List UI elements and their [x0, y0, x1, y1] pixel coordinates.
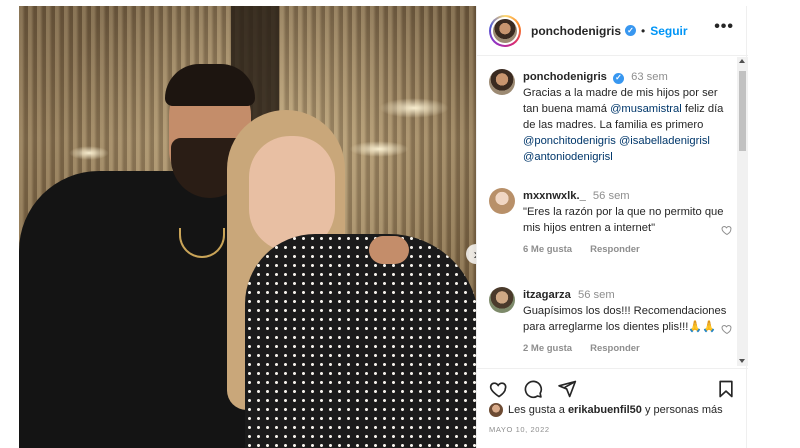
comment-text: mxxnwxlk._ 56 sem "Eres la razón por la …	[523, 188, 729, 236]
heart-icon[interactable]	[721, 224, 733, 236]
comment-avatar[interactable]	[489, 188, 515, 214]
hand-on-shoulder	[369, 236, 409, 264]
comments-scroll-area[interactable]: ponchodenigris ✓ 63 sem Gracias a la mad…	[477, 57, 748, 366]
comment-username[interactable]: mxxnwxlk._	[523, 190, 586, 202]
header-username[interactable]: ponchodenigris	[531, 24, 621, 38]
comment-item: itzagarza 56 sem Guapísimos los dos!!! R…	[489, 287, 732, 354]
post-date[interactable]: MAYO 10, 2022	[489, 425, 550, 434]
comment-item: mxxnwxlk._ 56 sem "Eres la razón por la …	[489, 188, 732, 255]
follow-button[interactable]: Seguir	[650, 24, 687, 38]
more-options-icon[interactable]: •••	[714, 18, 734, 36]
comment-meta: 6 Me gusta Responder	[523, 244, 729, 255]
comment-body: "Eres la razón por la que no permito que…	[523, 206, 724, 234]
caption-text: ponchodenigris ✓ 63 sem Gracias a la mad…	[523, 69, 729, 165]
share-icon[interactable]	[557, 379, 577, 399]
post-side-panel: ponchodenigris ✓ • Seguir ••• ponchodeni…	[476, 6, 748, 448]
mention-link[interactable]: @ponchitodenigris	[523, 135, 616, 147]
ceiling-light	[379, 98, 449, 118]
mention-link[interactable]: @musamistral	[610, 103, 682, 115]
comment-body: Guapísimos los dos!!! Recomendaciones pa…	[523, 305, 727, 333]
comment-time[interactable]: 56 sem	[593, 190, 630, 202]
comment-avatar[interactable]	[489, 287, 515, 313]
likes-suffix[interactable]: y personas más	[645, 404, 723, 416]
scrollbar-thumb[interactable]	[739, 71, 746, 151]
scroll-down-arrow-icon[interactable]	[739, 359, 745, 363]
man-hair	[165, 64, 255, 106]
comment-meta: 2 Me gusta Responder	[523, 343, 729, 354]
verified-badge-icon: ✓	[625, 25, 636, 36]
caption-avatar[interactable]	[489, 69, 515, 95]
polka-dot-dress	[245, 234, 476, 448]
post-header: ponchodenigris ✓ • Seguir •••	[477, 6, 748, 56]
ceiling-light	[69, 146, 109, 160]
comment-icon[interactable]	[523, 379, 543, 399]
comment-username[interactable]: itzagarza	[523, 289, 571, 301]
caption-time[interactable]: 63 sem	[631, 71, 668, 83]
mention-link[interactable]: @isabelladenigrisl	[619, 135, 710, 147]
comment-text: itzagarza 56 sem Guapísimos los dos!!! R…	[523, 287, 729, 335]
avatar[interactable]	[489, 14, 521, 47]
heart-icon[interactable]	[489, 379, 509, 399]
post-photo[interactable]: ›	[19, 6, 476, 448]
caption-username[interactable]: ponchodenigris	[523, 71, 607, 83]
caption: ponchodenigris ✓ 63 sem Gracias a la mad…	[489, 69, 729, 165]
likes-username[interactable]: erikabuenfil50	[568, 404, 642, 416]
comment-time[interactable]: 56 sem	[578, 289, 615, 301]
likes-summary: Les gusta a erikabuenfil50 y personas má…	[489, 403, 723, 417]
comment-likes[interactable]: 6 Me gusta	[523, 244, 572, 255]
mention-link[interactable]: @antoniodenigrisl	[523, 151, 613, 163]
ceiling-light	[349, 141, 409, 157]
liker-avatar[interactable]	[489, 403, 503, 417]
heart-icon[interactable]	[721, 323, 733, 335]
comment-likes[interactable]: 2 Me gusta	[523, 343, 572, 354]
action-bar	[477, 368, 748, 404]
scroll-up-arrow-icon[interactable]	[739, 59, 745, 63]
reply-button[interactable]: Responder	[590, 244, 640, 255]
save-bookmark-icon[interactable]	[716, 379, 736, 399]
separator-dot: •	[641, 23, 646, 38]
likes-prefix: Les gusta a	[508, 404, 565, 416]
comments-scrollbar[interactable]	[737, 57, 748, 366]
avatar-image	[493, 18, 517, 43]
verified-badge-icon: ✓	[613, 72, 625, 84]
reply-button[interactable]: Responder	[590, 343, 640, 354]
